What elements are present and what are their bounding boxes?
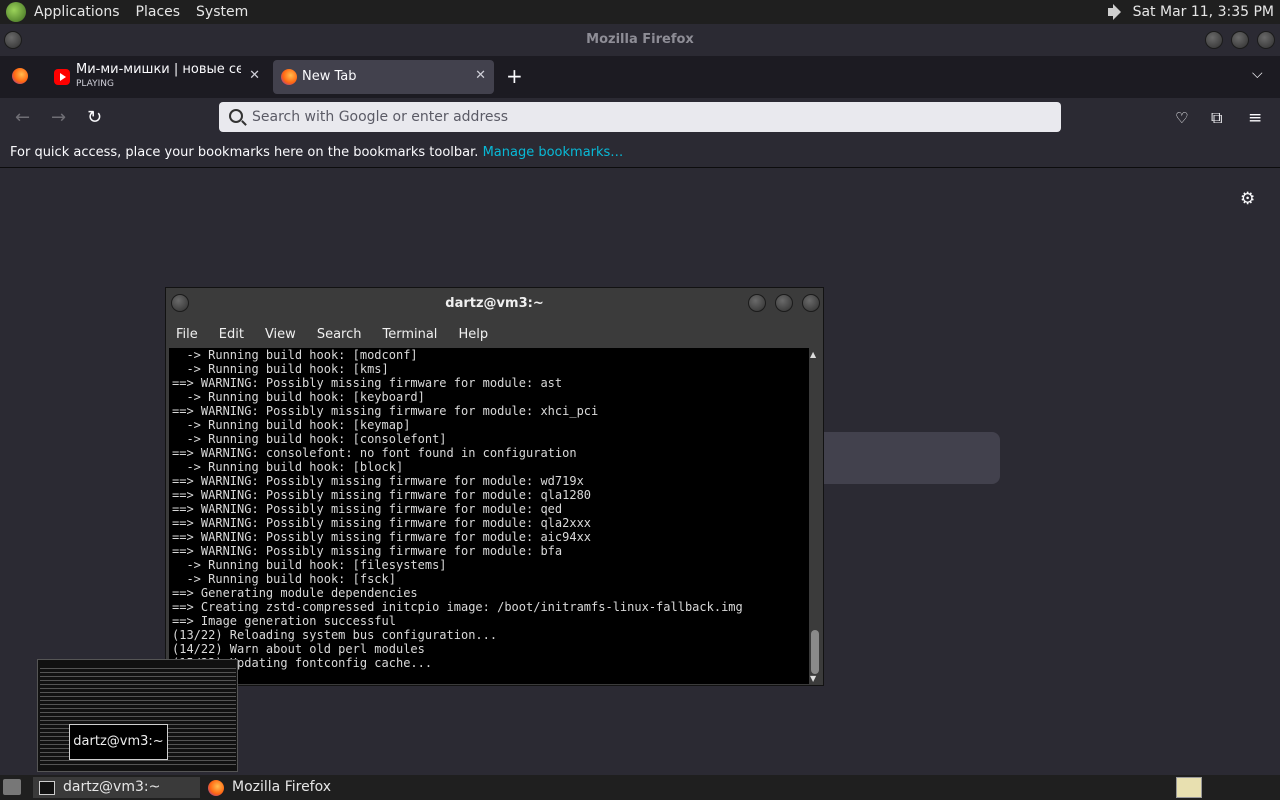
- taskbar-item-label: dartz@vm3:~: [63, 779, 161, 795]
- speaker-icon[interactable]: [1105, 2, 1125, 22]
- manage-bookmarks-link[interactable]: Manage bookmarks…: [483, 145, 624, 160]
- tab-title: Ми-ми-мишки | новые сери: [76, 62, 241, 77]
- terminal-scrollbar[interactable]: ▲ ▼: [809, 348, 821, 684]
- terminal-line: ==> WARNING: Possibly missing firmware f…: [172, 474, 584, 488]
- gear-icon[interactable]: ⚙: [1240, 190, 1258, 208]
- distro-logo-icon[interactable]: [6, 2, 26, 22]
- navigation-toolbar: ← → ↻ Search with Google or enter addres…: [0, 98, 1280, 138]
- bookmarks-hint: For quick access, place your bookmarks h…: [10, 145, 479, 160]
- firefox-window-title: Mozilla Firefox: [586, 32, 694, 47]
- taskbar-item-label: Mozilla Firefox: [232, 779, 332, 795]
- terminal-output[interactable]: -> Running build hook: [modconf] -> Runn…: [169, 348, 809, 684]
- desktop: Applications Places System Sat Mar 11, 3…: [0, 0, 1280, 800]
- terminal-line: ==> WARNING: Possibly missing firmware f…: [172, 544, 563, 558]
- firefox-view-icon[interactable]: [12, 68, 28, 84]
- extensions-puzzle-icon[interactable]: ⧉: [1211, 108, 1222, 128]
- scroll-up-arrow-icon[interactable]: ▲: [810, 350, 816, 359]
- terminal-menu-search[interactable]: Search: [317, 327, 362, 342]
- terminal-line: -> Running build hook: [keymap]: [172, 418, 411, 432]
- terminal-menu-file[interactable]: File: [176, 327, 198, 342]
- terminal-line: ==> Generating module dependencies: [172, 586, 418, 600]
- terminal-menu-edit[interactable]: Edit: [219, 327, 244, 342]
- terminal-menu-terminal[interactable]: Terminal: [382, 327, 437, 342]
- tab-new-tab[interactable]: New Tab ✕: [273, 60, 494, 94]
- maximize-button[interactable]: [775, 294, 793, 312]
- new-tab-button[interactable]: +: [506, 64, 523, 88]
- terminal-icon: [39, 780, 55, 795]
- terminal-line: -> Running build hook: [keyboard]: [172, 390, 425, 404]
- preview-label: dartz@vm3:~: [69, 724, 168, 760]
- panel-tray: Sat Mar 11, 3:35 PM: [1105, 0, 1274, 24]
- terminal-line: -> Running build hook: [block]: [172, 460, 404, 474]
- firefox-titlebar: Mozilla Firefox: [0, 24, 1280, 56]
- tab-strip: Ми-ми-мишки | новые сери PLAYING ✕ New T…: [0, 56, 1280, 98]
- terminal-line: ==> WARNING: Possibly missing firmware f…: [172, 404, 599, 418]
- terminal-line: ==> WARNING: Possibly missing firmware f…: [172, 376, 563, 390]
- terminal-menu-help[interactable]: Help: [458, 327, 488, 342]
- terminal-line: -> Running build hook: [consolefont]: [172, 432, 447, 446]
- terminal-line: ==> Creating zstd-compressed initcpio im…: [172, 600, 743, 614]
- terminal-window: dartz@vm3:~ File Edit View Search Termin…: [165, 287, 824, 686]
- menu-system[interactable]: System: [196, 4, 248, 20]
- window-menu-button[interactable]: [171, 294, 189, 312]
- panel-menu: Applications Places System: [0, 0, 264, 24]
- address-bar[interactable]: Search with Google or enter address: [219, 102, 1061, 132]
- terminal-line: (15/22) Updating fontconfig cache...: [172, 656, 433, 670]
- close-tab-icon[interactable]: ✕: [475, 68, 486, 83]
- scrollbar-thumb[interactable]: [811, 630, 819, 674]
- show-desktop-icon[interactable]: [3, 779, 21, 795]
- close-tab-icon[interactable]: ✕: [249, 68, 260, 83]
- back-arrow-icon[interactable]: ←: [15, 108, 30, 128]
- terminal-line: -> Running build hook: [fsck]: [172, 572, 396, 586]
- terminal-line: (14/22) Warn about old perl modules: [172, 642, 425, 656]
- list-tabs-chevron-down-icon[interactable]: ⌵: [1252, 66, 1263, 82]
- menu-places[interactable]: Places: [136, 4, 181, 20]
- terminal-line: -> Running build hook: [filesystems]: [172, 558, 447, 572]
- hamburger-menu-icon[interactable]: ≡: [1248, 108, 1262, 128]
- pocket-icon[interactable]: ♡: [1175, 108, 1188, 128]
- close-window-button[interactable]: [1257, 31, 1275, 49]
- terminal-line: ==> WARNING: Possibly missing firmware f…: [172, 530, 592, 544]
- panel-clock[interactable]: Sat Mar 11, 3:35 PM: [1133, 4, 1274, 20]
- address-placeholder: Search with Google or enter address: [252, 109, 509, 125]
- terminal-line: -> Running build hook: [kms]: [172, 362, 389, 376]
- bottom-taskbar: dartz@vm3:~ Mozilla Firefox: [0, 775, 1280, 800]
- terminal-menubar: File Edit View Search Terminal Help: [166, 320, 823, 348]
- firefox-icon: [208, 779, 224, 796]
- window-menu-button[interactable]: [4, 31, 22, 49]
- top-panel: Applications Places System Sat Mar 11, 3…: [0, 0, 1280, 24]
- youtube-icon: [54, 69, 70, 85]
- workspace-switcher[interactable]: [1176, 777, 1202, 798]
- reload-icon[interactable]: ↻: [87, 108, 102, 128]
- minimize-button[interactable]: [1205, 31, 1223, 49]
- terminal-line: -> Running build hook: [modconf]: [172, 348, 418, 362]
- terminal-line: ==> WARNING: Possibly missing firmware f…: [172, 488, 592, 502]
- maximize-button[interactable]: [1231, 31, 1249, 49]
- terminal-menu-view[interactable]: View: [265, 327, 296, 342]
- terminal-line: ==> Image generation successful: [172, 614, 396, 628]
- search-icon: [229, 109, 243, 123]
- window-preview[interactable]: dartz@vm3:~: [37, 659, 238, 772]
- minimize-button[interactable]: [748, 294, 766, 312]
- terminal-title: dartz@vm3:~: [445, 296, 544, 311]
- taskbar-item-firefox[interactable]: Mozilla Firefox: [206, 777, 406, 798]
- terminal-line: (13/22) Reloading system bus configurati…: [172, 628, 498, 642]
- scroll-down-arrow-icon[interactable]: ▼: [810, 674, 816, 683]
- tab-playing-label: PLAYING: [76, 79, 114, 89]
- bookmarks-toolbar: For quick access, place your bookmarks h…: [0, 138, 1280, 168]
- forward-arrow-icon[interactable]: →: [51, 108, 66, 128]
- tab-youtube[interactable]: Ми-ми-мишки | новые сери PLAYING ✕: [46, 60, 268, 94]
- firefox-icon: [281, 69, 297, 85]
- tab-title: New Tab: [302, 69, 357, 84]
- terminal-line: ==> WARNING: Possibly missing firmware f…: [172, 516, 592, 530]
- terminal-titlebar: dartz@vm3:~: [166, 288, 823, 320]
- terminal-line: ==> WARNING: consolefont: no font found …: [172, 446, 577, 460]
- terminal-line: ==> WARNING: Possibly missing firmware f…: [172, 502, 563, 516]
- menu-applications[interactable]: Applications: [34, 4, 120, 20]
- taskbar-item-terminal[interactable]: dartz@vm3:~: [33, 777, 200, 798]
- close-window-button[interactable]: [802, 294, 820, 312]
